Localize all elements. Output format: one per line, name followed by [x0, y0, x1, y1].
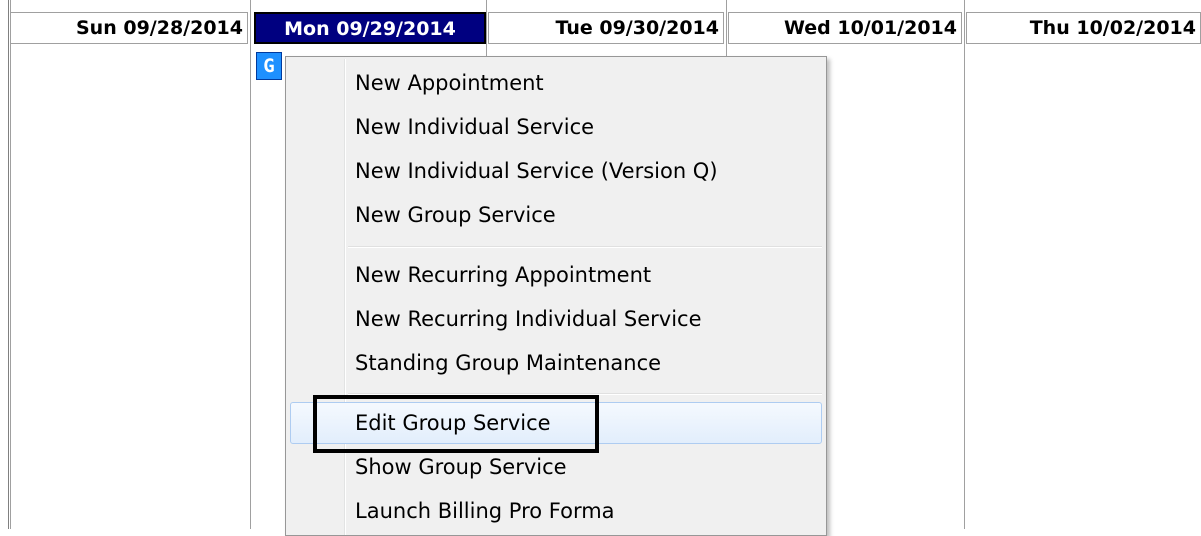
menu-item-new-recurring-appointment[interactable]: New Recurring Appointment	[290, 254, 822, 296]
day-header-sun[interactable]: Sun 09/28/2014	[10, 12, 248, 44]
day-header-thu[interactable]: Thu 10/02/2014	[966, 12, 1201, 44]
day-column-sun[interactable]	[10, 0, 250, 529]
menu-separator	[348, 246, 822, 248]
menu-item-new-appointment[interactable]: New Appointment	[290, 62, 822, 104]
day-header-wed[interactable]: Wed 10/01/2014	[728, 12, 962, 44]
context-menu: New Appointment New Individual Service N…	[285, 56, 827, 536]
annotation-highlight-box	[313, 395, 599, 453]
group-service-badge[interactable]: G	[256, 52, 282, 80]
menu-item-new-individual-service-version-q[interactable]: New Individual Service (Version Q)	[290, 150, 822, 192]
menu-item-new-recurring-individual-service[interactable]: New Recurring Individual Service	[290, 298, 822, 340]
day-header-tue[interactable]: Tue 09/30/2014	[488, 12, 724, 44]
menu-item-standing-group-maintenance[interactable]: Standing Group Maintenance	[290, 342, 822, 384]
day-column-thu[interactable]	[964, 0, 1201, 529]
column-border	[8, 0, 9, 529]
menu-item-new-individual-service[interactable]: New Individual Service	[290, 106, 822, 148]
day-header-mon[interactable]: Mon 09/29/2014	[254, 12, 486, 44]
menu-item-new-group-service[interactable]: New Group Service	[290, 194, 822, 236]
menu-item-launch-billing-pro-forma[interactable]: Launch Billing Pro Forma	[290, 490, 822, 532]
